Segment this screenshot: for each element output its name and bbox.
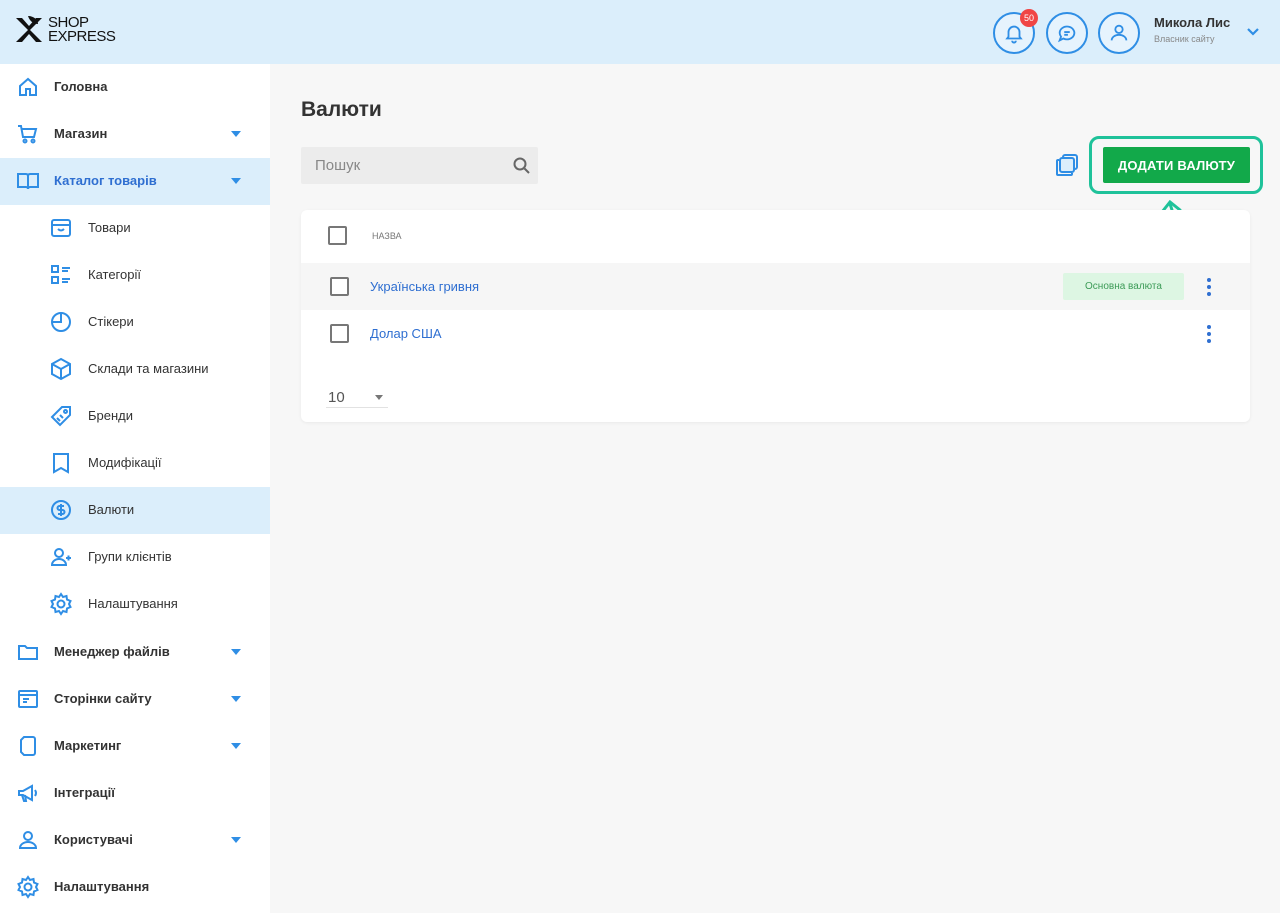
messages-button[interactable] <box>1046 12 1088 54</box>
user-avatar-icon <box>1110 24 1128 41</box>
kebab-menu-icon[interactable] <box>1206 324 1212 344</box>
sidebar-item-label: Користувачі <box>54 832 133 847</box>
sidebar-subitem-products[interactable]: Товари <box>0 205 270 252</box>
sidebar-item-label: Категорії <box>88 267 141 282</box>
warehouse-icon <box>49 357 73 381</box>
rows-per-page-select[interactable]: 10 <box>326 388 388 408</box>
row-checkbox[interactable] <box>330 324 349 343</box>
search-box <box>301 147 538 184</box>
sidebar-item-site-pages[interactable]: Сторінки сайту <box>0 676 270 723</box>
sidebar-item-label: Товари <box>88 220 131 235</box>
megaphone-icon <box>16 781 40 805</box>
sidebar-item-label: Маркетинг <box>54 738 122 753</box>
sidebar-item-label: Валюти <box>88 502 135 517</box>
rows-per-page-value: 10 <box>328 389 345 406</box>
cart-icon <box>16 122 40 146</box>
sidebar-item-label: Магазин <box>54 126 108 141</box>
sidebar-item-marketing[interactable]: Маркетинг <box>0 723 270 770</box>
sidebar-subitem-warehouses[interactable]: Склади та магазини <box>0 346 270 393</box>
column-header-name[interactable]: НАЗВА <box>372 231 402 241</box>
profile-button[interactable] <box>1098 12 1140 54</box>
sidebar-item-users[interactable]: Користувачі <box>0 817 270 864</box>
bell-icon <box>1005 25 1023 44</box>
sidebar-item-label: Головна <box>54 79 108 94</box>
top-header: SHOP EXPRESS 50 Микола Лис Власник сайту <box>0 0 1280 64</box>
table-row[interactable]: Долар США <box>301 310 1250 357</box>
user-name[interactable]: Микола Лис <box>1154 15 1230 30</box>
currency-name-link[interactable]: Українська гривня <box>370 279 479 294</box>
bookmark-icon <box>49 451 73 475</box>
shop-express-logo[interactable]: SHOP EXPRESS <box>14 14 116 46</box>
chat-icon <box>1057 25 1076 43</box>
sidebar-item-label: Менеджер файлів <box>54 644 170 659</box>
sidebar-subitem-modifications[interactable]: Модифікації <box>0 440 270 487</box>
gear-icon <box>49 592 73 616</box>
users-icon <box>49 545 73 569</box>
logo-icon <box>16 16 42 42</box>
folder-icon <box>16 640 40 664</box>
box-icon <box>49 216 73 240</box>
sidebar-item-file-manager[interactable]: Менеджер файлів <box>0 629 270 676</box>
select-all-checkbox[interactable] <box>328 226 347 245</box>
sidebar-subitem-stickers[interactable]: Стікери <box>0 299 270 346</box>
sidebar-item-label: Стікери <box>88 314 134 329</box>
sidebar-item-label: Налаштування <box>88 596 178 611</box>
tag-icon <box>49 404 73 428</box>
sidebar-item-catalog[interactable]: Каталог товарів <box>0 158 270 205</box>
caret-down-icon[interactable] <box>231 743 241 749</box>
book-icon <box>16 169 40 193</box>
sidebar-item-label: Модифікації <box>88 455 162 470</box>
sidebar-item-label: Бренди <box>88 408 134 423</box>
user-icon <box>16 828 40 852</box>
search-icon[interactable] <box>512 156 532 176</box>
dollar-icon <box>49 498 73 522</box>
sidebar-item-label: Каталог товарів <box>54 173 157 188</box>
kebab-menu-icon[interactable] <box>1206 277 1212 297</box>
sticker-icon <box>49 310 73 334</box>
page-title: Валюти <box>301 98 382 121</box>
caret-down-icon[interactable] <box>231 178 241 184</box>
sidebar-subitem-catalog-settings[interactable]: Налаштування <box>0 581 270 628</box>
caret-down-icon[interactable] <box>231 649 241 655</box>
sidebar-item-label: Налаштування <box>54 879 150 894</box>
logo-text-express: EXPRESS <box>48 28 116 45</box>
home-icon <box>16 75 40 99</box>
sidebar-subitem-customer-groups[interactable]: Групи клієнтів <box>0 534 270 581</box>
sidebar-item-settings[interactable]: Налаштування <box>0 864 270 911</box>
sidebar-item-home[interactable]: Головна <box>0 64 270 111</box>
currencies-table: НАЗВА Українська гривня Основна валюта Д… <box>301 210 1250 422</box>
sidebar-item-shop[interactable]: Магазин <box>0 111 270 158</box>
sidebar-item-label: Склади та магазини <box>88 361 209 376</box>
categories-icon <box>49 263 73 287</box>
sidebar-item-label: Інтеграції <box>54 785 115 800</box>
pages-icon <box>16 687 40 711</box>
main-currency-badge: Основна валюта <box>1063 273 1184 300</box>
caret-down-icon <box>375 395 383 400</box>
row-checkbox[interactable] <box>330 277 349 296</box>
caret-down-icon[interactable] <box>231 837 241 843</box>
currency-name-link[interactable]: Долар США <box>370 326 442 341</box>
marketing-icon <box>16 734 40 758</box>
sidebar: Головна Магазин Каталог товарів Товари К… <box>0 64 270 913</box>
add-currency-button[interactable]: ДОДАТИ ВАЛЮТУ <box>1103 147 1250 183</box>
gear-icon <box>16 875 40 899</box>
notifications-button[interactable]: 50 <box>993 9 1038 54</box>
caret-down-icon[interactable] <box>231 696 241 702</box>
sidebar-item-label: Сторінки сайту <box>54 691 152 706</box>
table-row[interactable]: Українська гривня Основна валюта <box>301 263 1250 310</box>
notifications-badge: 50 <box>1020 9 1038 27</box>
sidebar-item-integrations[interactable]: Інтеграції <box>0 770 270 817</box>
sidebar-subitem-currencies[interactable]: Валюти <box>0 487 270 534</box>
copy-icon[interactable] <box>1054 152 1080 178</box>
user-role: Власник сайту <box>1154 34 1215 44</box>
search-input[interactable] <box>301 147 501 184</box>
sidebar-subitem-brands[interactable]: Бренди <box>0 393 270 440</box>
sidebar-item-label: Групи клієнтів <box>88 549 172 564</box>
caret-down-icon[interactable] <box>231 131 241 137</box>
sidebar-subitem-categories[interactable]: Категорії <box>0 252 270 299</box>
chevron-down-icon[interactable] <box>1246 25 1260 39</box>
